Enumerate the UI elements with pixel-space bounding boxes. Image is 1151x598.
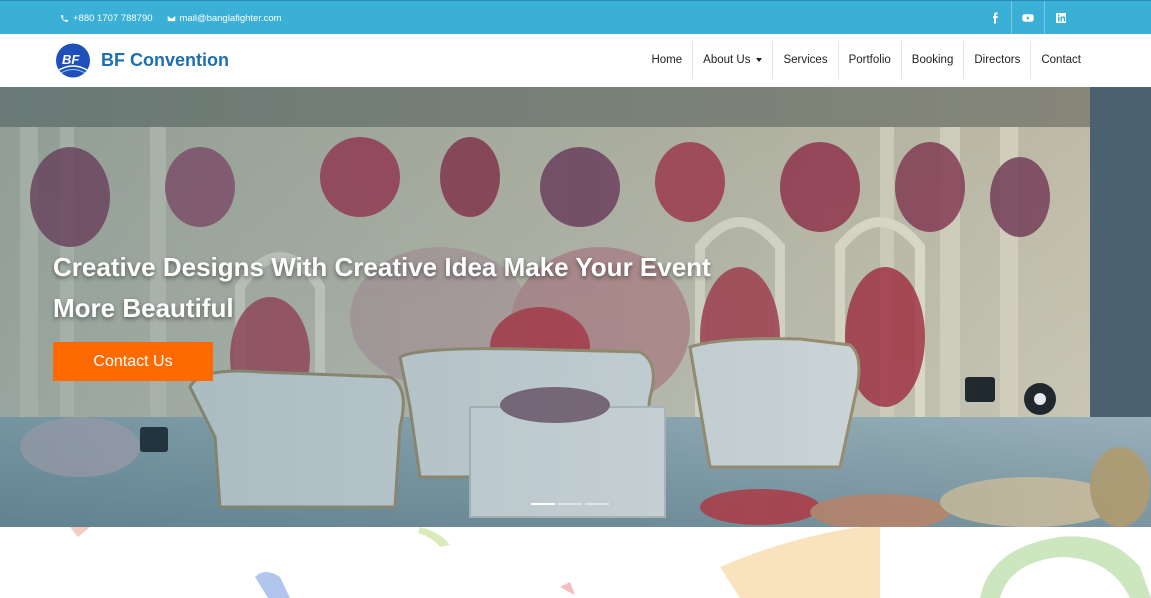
linkedin-link[interactable] [1044,1,1077,35]
decorative-section [0,527,1151,598]
slider-dot-1[interactable] [531,503,555,505]
site-name: BF Convention [101,50,229,70]
hero-heading: Creative Designs With Creative Idea Make… [53,252,711,323]
envelope-icon [167,15,175,21]
slider-pagination [531,503,612,505]
linkedin-icon [1056,13,1066,23]
contact-info: +880 1707 788790 mail@banglafighter.com [60,1,296,35]
contact-us-button[interactable]: Contact Us [53,342,213,381]
nav-portfolio[interactable]: Portfolio [837,41,901,79]
nav-services[interactable]: Services [772,41,837,79]
slider-dot-2[interactable] [558,503,582,505]
facebook-link[interactable] [978,1,1011,35]
phone-contact[interactable]: +880 1707 788790 [60,13,153,24]
slider-dot-3[interactable] [585,503,609,505]
phone-number: +880 1707 788790 [73,12,153,24]
nav-about-us[interactable]: About Us [692,41,772,79]
facebook-icon [992,12,998,24]
nav-contact[interactable]: Contact [1030,41,1091,79]
nav-booking[interactable]: Booking [900,41,964,79]
nav-home[interactable]: Home [641,41,692,79]
youtube-icon [1022,14,1034,22]
phone-icon [61,14,68,22]
main-nav: Home About Us Services Portfolio Booking… [641,41,1091,79]
caret-down-icon [756,58,763,62]
nav-directors[interactable]: Directors [963,41,1030,79]
top-bar: +880 1707 788790 mail@banglafighter.com [0,0,1151,35]
email-address: mail@banglafighter.com [179,12,282,24]
svg-text:BF: BF [62,52,80,67]
bf-logo-icon: BF [56,43,90,78]
confetti-decoration [70,527,1151,598]
email-contact[interactable]: mail@banglafighter.com [167,13,282,24]
youtube-link[interactable] [1011,1,1044,35]
hero-slider: Creative Designs With Creative Idea Make… [0,87,1151,527]
social-links [978,1,1077,35]
main-header: BF BF Convention Home About Us Services … [0,34,1151,87]
site-logo[interactable]: BF BF Convention [53,42,229,79]
